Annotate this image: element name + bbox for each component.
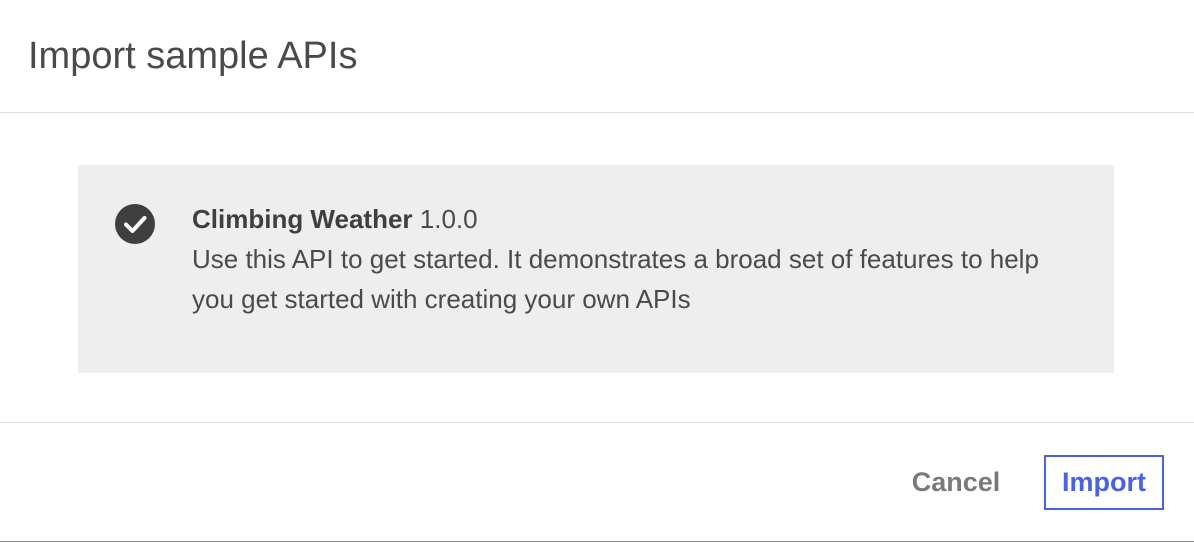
api-card-climbing-weather[interactable]: Climbing Weather 1.0.0 Use this API to g… xyxy=(78,165,1114,373)
dialog-footer: Cancel Import xyxy=(0,423,1194,541)
dialog-title: Import sample APIs xyxy=(28,35,358,77)
dialog-body: Climbing Weather 1.0.0 Use this API to g… xyxy=(0,113,1194,423)
import-button[interactable]: Import xyxy=(1044,455,1164,510)
dialog-header: Import sample APIs xyxy=(0,0,1194,113)
api-details: Climbing Weather 1.0.0 Use this API to g… xyxy=(192,199,1072,319)
import-sample-apis-dialog: Import sample APIs Climbing Weather 1.0.… xyxy=(0,0,1194,542)
check-circle-icon xyxy=(115,204,155,244)
cancel-button[interactable]: Cancel xyxy=(896,455,1016,509)
api-version: 1.0.0 xyxy=(419,204,478,234)
api-heading: Climbing Weather 1.0.0 xyxy=(192,199,1072,239)
api-name: Climbing Weather xyxy=(192,204,413,234)
api-description: Use this API to get started. It demonstr… xyxy=(192,244,1039,314)
